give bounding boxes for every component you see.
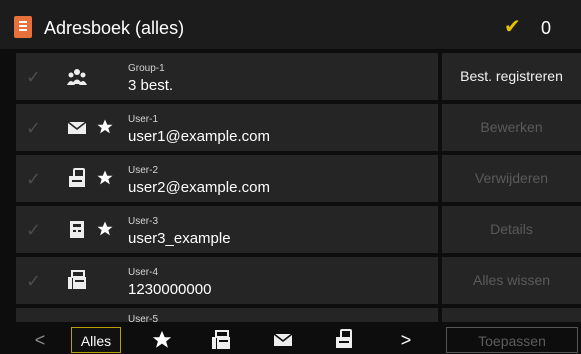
fax-icon bbox=[212, 330, 230, 349]
title-bar: Adresboek (alles) ✔ 0 bbox=[0, 0, 581, 49]
group-icon bbox=[66, 66, 88, 88]
apply-button[interactable]: Toepassen bbox=[446, 327, 578, 353]
row-checkmark-icon: ✓ bbox=[26, 118, 42, 138]
entry-value: 3 best. bbox=[128, 77, 174, 94]
list-item[interactable]: User-5 bbox=[16, 308, 438, 322]
address-book-icon bbox=[14, 16, 32, 38]
star-icon bbox=[152, 330, 172, 348]
next-page-button[interactable]: > bbox=[394, 327, 418, 353]
favorite-star-icon bbox=[96, 169, 114, 187]
list-item[interactable]: ✓ User-4 1230000000 bbox=[16, 257, 438, 304]
row-checkmark-icon: ✓ bbox=[26, 271, 42, 291]
entry-label: User-4 bbox=[128, 267, 159, 278]
favorite-star-icon bbox=[96, 118, 114, 136]
entry-label: User-5 bbox=[128, 314, 159, 322]
filter-file-button[interactable] bbox=[330, 327, 358, 353]
entry-label: User-1 bbox=[128, 114, 159, 125]
entry-value: user2@example.com bbox=[128, 179, 270, 196]
fax-icon bbox=[66, 269, 88, 291]
prev-page-button[interactable]: < bbox=[28, 327, 52, 353]
entry-label: User-2 bbox=[128, 165, 159, 176]
filter-fax-button[interactable] bbox=[207, 327, 235, 353]
filter-all-button[interactable]: Alles bbox=[71, 327, 121, 353]
network-folder-icon bbox=[66, 167, 88, 189]
network-folder-icon bbox=[336, 329, 352, 348]
list-item[interactable]: ✓ Group-1 3 best. bbox=[16, 53, 438, 100]
email-icon bbox=[273, 333, 293, 346]
entry-value: 1230000000 bbox=[128, 281, 212, 298]
selected-count: 0 bbox=[541, 18, 552, 38]
row-checkmark-icon: ✓ bbox=[26, 169, 42, 189]
details-button[interactable]: Details bbox=[442, 206, 581, 253]
list-item[interactable]: ✓ User-2 user2@example.com bbox=[16, 155, 438, 202]
side-spacer bbox=[442, 308, 581, 322]
clear-all-button[interactable]: Alles wissen bbox=[442, 257, 581, 304]
entry-value: user3_example bbox=[128, 230, 231, 247]
entry-label: Group-1 bbox=[128, 63, 165, 74]
row-checkmark-icon: ✓ bbox=[26, 220, 42, 240]
page-title: Adresboek (alles) bbox=[44, 18, 185, 38]
filter-favorites-button[interactable] bbox=[148, 327, 176, 353]
list-item[interactable]: ✓ User-1 user1@example.com bbox=[16, 104, 438, 151]
filter-bar: < Alles > Toepassen bbox=[0, 322, 581, 354]
email-icon bbox=[66, 117, 88, 139]
row-checkmark-icon: ✓ bbox=[26, 67, 42, 87]
entry-value: user1@example.com bbox=[128, 128, 270, 145]
register-destination-button[interactable]: Best. registreren bbox=[442, 53, 581, 100]
filter-email-button[interactable] bbox=[269, 327, 297, 353]
ifax-icon bbox=[66, 218, 88, 240]
favorite-star-icon bbox=[96, 220, 114, 238]
delete-button[interactable]: Verwijderen bbox=[442, 155, 581, 202]
entry-label: User-3 bbox=[128, 216, 159, 227]
list-item[interactable]: ✓ User-3 user3_example bbox=[16, 206, 438, 253]
selected-checkmark-icon: ✔ bbox=[504, 16, 521, 38]
edit-button[interactable]: Bewerken bbox=[442, 104, 581, 151]
